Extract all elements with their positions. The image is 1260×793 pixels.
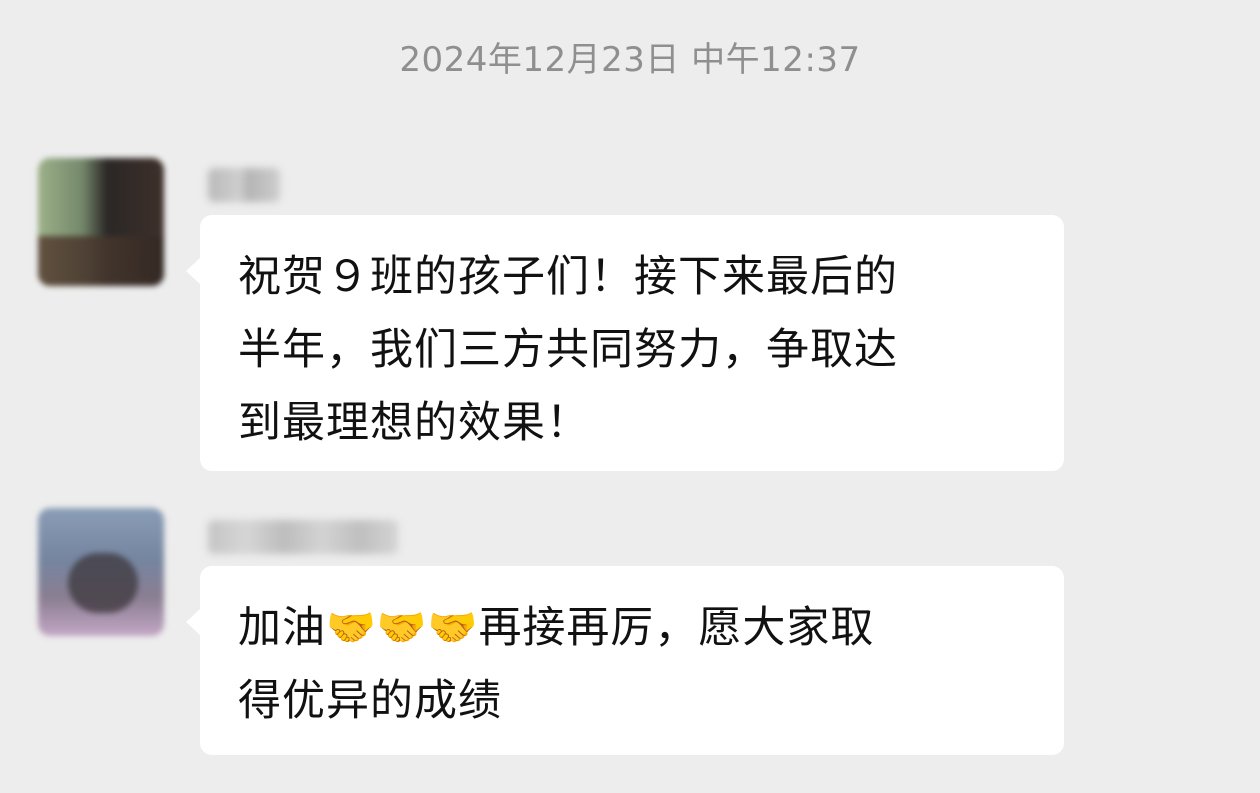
message-text-line: 得优异的成绩 xyxy=(238,676,502,726)
handshake-emoji-icon: 🤝 xyxy=(326,605,377,651)
message-bubble[interactable]: 祝贺９班的孩子们！接下来最后的 半年，我们三方共同努力，争取达 到最理想的效果！ xyxy=(186,215,1064,471)
message-text-line: 半年，我们三方共同努力，争取达 xyxy=(238,325,898,375)
message-text: 再接再厉，愿大家取 xyxy=(478,603,875,653)
message-text: 加油 xyxy=(238,603,326,653)
message-bubble[interactable]: 加油🤝🤝🤝再接再厉，愿大家取 得优异的成绩 xyxy=(186,566,1064,755)
message-text-line: 祝贺９班的孩子们！接下来最后的 xyxy=(238,252,898,302)
sender-name-blurred xyxy=(208,168,280,202)
handshake-emoji-icon: 🤝 xyxy=(427,605,479,651)
message-text-line: 加油🤝🤝🤝再接再厉，愿大家取 xyxy=(238,592,1026,665)
avatar[interactable] xyxy=(38,508,164,636)
avatar[interactable] xyxy=(38,158,164,286)
message-timestamp: 2024年12月23日 中午12:37 xyxy=(399,40,861,80)
handshake-emoji-icon: 🤝 xyxy=(376,605,428,651)
sender-name-blurred xyxy=(208,520,398,554)
chat-screen: 2024年12月23日 中午12:37 祝贺９班的孩子们！接下来最后的 半年，我… xyxy=(0,0,1260,793)
message-text-line: 到最理想的效果！ xyxy=(238,398,590,448)
